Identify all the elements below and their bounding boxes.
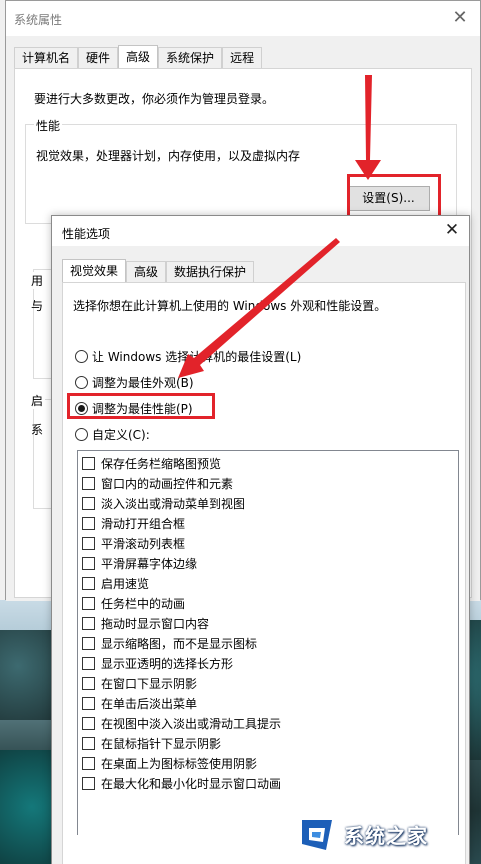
effect-item[interactable]: 显示亚透明的选择长方形 bbox=[82, 654, 233, 672]
checkbox[interactable] bbox=[82, 756, 95, 770]
effect-label: 淡入淡出或滑动菜单到视图 bbox=[101, 496, 246, 511]
checkbox[interactable] bbox=[82, 496, 95, 510]
radio-label: 让 Windows 选择计算机的最佳设置(L) bbox=[92, 350, 302, 364]
radio-button[interactable] bbox=[75, 376, 88, 389]
checkbox[interactable] bbox=[82, 616, 95, 630]
effect-label: 保存任务栏缩略图预览 bbox=[101, 456, 222, 471]
checkbox[interactable] bbox=[82, 696, 95, 710]
checkbox[interactable] bbox=[82, 736, 95, 750]
startup-text: 系 bbox=[31, 423, 44, 437]
tab-remote[interactable]: 远程 bbox=[222, 47, 263, 69]
close-icon[interactable]: ✕ bbox=[435, 216, 469, 246]
tab-visual-effects[interactable]: 视觉效果 bbox=[62, 259, 127, 283]
effect-label: 拖动时显示窗口内容 bbox=[101, 616, 210, 631]
tab-hardware[interactable]: 硬件 bbox=[78, 47, 119, 69]
effect-item[interactable]: 平滑屏幕字体边缘 bbox=[82, 554, 197, 572]
radio-custom[interactable]: 自定义(C): bbox=[75, 426, 150, 443]
effect-label: 滑动打开组合框 bbox=[101, 516, 186, 531]
effect-item[interactable]: 启用速览 bbox=[82, 574, 149, 592]
user-profiles-text: 与 bbox=[31, 299, 44, 313]
effect-label: 平滑滚动列表框 bbox=[101, 536, 186, 551]
effect-label: 显示缩略图，而不是显示图标 bbox=[101, 636, 258, 651]
effect-item[interactable]: 拖动时显示窗口内容 bbox=[82, 614, 209, 632]
watermark: 系统之家 bbox=[290, 806, 481, 864]
effect-item[interactable]: 滑动打开组合框 bbox=[82, 514, 185, 532]
performance-legend: 性能 bbox=[34, 117, 63, 134]
tab-data-execution-prevention[interactable]: 数据执行保护 bbox=[166, 261, 255, 283]
effect-item[interactable]: 平滑滚动列表框 bbox=[82, 534, 185, 552]
effect-label: 在单击后淡出菜单 bbox=[101, 696, 198, 711]
checkbox[interactable] bbox=[82, 676, 95, 690]
tab-computer-name[interactable]: 计算机名 bbox=[14, 47, 79, 69]
effect-item[interactable]: 淡入淡出或滑动菜单到视图 bbox=[82, 494, 245, 512]
checkbox[interactable] bbox=[82, 776, 95, 790]
effect-item[interactable]: 窗口内的动画控件和元素 bbox=[82, 474, 233, 492]
radio-button[interactable] bbox=[75, 350, 88, 363]
watermark-logo-icon bbox=[302, 820, 332, 850]
checkbox[interactable] bbox=[82, 476, 95, 490]
watermark-text: 系统之家 bbox=[344, 824, 428, 848]
tab-advanced[interactable]: 高级 bbox=[126, 261, 167, 283]
performance-options-dialog: 性能选项 ✕ 视觉效果 高级 数据执行保护 选择你想在此计算机上使用的 Wind… bbox=[51, 215, 470, 864]
performance-description: 视觉效果，处理器计划，内存使用，以及虚拟内存 bbox=[36, 149, 301, 163]
startup-legend: 启 bbox=[29, 392, 46, 409]
visual-effects-list[interactable]: 保存任务栏缩略图预览 窗口内的动画控件和元素 淡入淡出或滑动菜单到视图 滑动打开… bbox=[77, 450, 459, 835]
checkbox[interactable] bbox=[82, 716, 95, 730]
close-icon[interactable]: ✕ bbox=[440, 1, 480, 36]
effect-item[interactable]: 显示缩略图，而不是显示图标 bbox=[82, 634, 257, 652]
radio-button[interactable] bbox=[75, 428, 88, 441]
admin-notice: 要进行大多数更改，你必须作为管理员登录。 bbox=[34, 92, 275, 106]
dialog-title-bar[interactable]: 性能选项 ✕ bbox=[52, 216, 469, 246]
best-performance-highlight-box bbox=[67, 393, 215, 419]
settings-highlight-box bbox=[347, 174, 441, 218]
effect-item[interactable]: 在最大化和最小化时显示窗口动画 bbox=[82, 774, 281, 792]
effect-label: 平滑屏幕字体边缘 bbox=[101, 556, 198, 571]
effect-label: 在最大化和最小化时显示窗口动画 bbox=[101, 776, 282, 791]
radio-label: 调整为最佳外观(B) bbox=[92, 376, 194, 390]
effect-label: 窗口内的动画控件和元素 bbox=[101, 476, 234, 491]
effect-label: 在视图中淡入淡出或滑动工具提示 bbox=[101, 716, 282, 731]
checkbox[interactable] bbox=[82, 576, 95, 590]
tab-strip: 计算机名 硬件 高级 系统保护 远程 bbox=[14, 45, 263, 69]
tab-advanced[interactable]: 高级 bbox=[118, 45, 159, 69]
tab-system-protection[interactable]: 系统保护 bbox=[158, 47, 223, 69]
effect-label: 在桌面上为图标标签使用阴影 bbox=[101, 756, 258, 771]
effect-label: 在鼠标指针下显示阴影 bbox=[101, 736, 222, 751]
checkbox[interactable] bbox=[82, 536, 95, 550]
dialog-tab-strip: 视觉效果 高级 数据执行保护 bbox=[62, 259, 255, 283]
title-bar[interactable]: 系统属性 ✕ bbox=[6, 1, 480, 36]
effect-item[interactable]: 保存任务栏缩略图预览 bbox=[82, 454, 221, 472]
radio-let-windows-choose[interactable]: 让 Windows 选择计算机的最佳设置(L) bbox=[75, 348, 301, 365]
dialog-title: 性能选项 bbox=[62, 227, 111, 241]
visual-effects-panel: 选择你想在此计算机上使用的 Windows 外观和性能设置。 让 Windows… bbox=[62, 282, 466, 864]
checkbox[interactable] bbox=[82, 656, 95, 670]
effect-item[interactable]: 在桌面上为图标标签使用阴影 bbox=[82, 754, 257, 772]
radio-label: 自定义(C): bbox=[92, 428, 150, 442]
effect-label: 启用速览 bbox=[101, 576, 150, 591]
effect-item[interactable]: 任务栏中的动画 bbox=[82, 594, 185, 612]
checkbox[interactable] bbox=[82, 456, 95, 470]
effect-item[interactable]: 在窗口下显示阴影 bbox=[82, 674, 197, 692]
startup-group bbox=[33, 399, 53, 509]
checkbox[interactable] bbox=[82, 636, 95, 650]
effect-item[interactable]: 在鼠标指针下显示阴影 bbox=[82, 734, 221, 752]
effect-item[interactable]: 在视图中淡入淡出或滑动工具提示 bbox=[82, 714, 281, 732]
dialog-body: 视觉效果 高级 数据执行保护 选择你想在此计算机上使用的 Windows 外观和… bbox=[52, 246, 469, 864]
checkbox[interactable] bbox=[82, 516, 95, 530]
effect-label: 任务栏中的动画 bbox=[101, 596, 186, 611]
window-title: 系统属性 bbox=[14, 13, 63, 27]
user-profiles-legend: 用 bbox=[29, 272, 46, 289]
radio-best-appearance[interactable]: 调整为最佳外观(B) bbox=[75, 374, 194, 391]
checkbox[interactable] bbox=[82, 556, 95, 570]
effect-label: 在窗口下显示阴影 bbox=[101, 676, 198, 691]
checkbox[interactable] bbox=[82, 596, 95, 610]
effect-label: 显示亚透明的选择长方形 bbox=[101, 656, 234, 671]
visual-effects-instruction: 选择你想在此计算机上使用的 Windows 外观和性能设置。 bbox=[73, 299, 387, 313]
effect-item[interactable]: 在单击后淡出菜单 bbox=[82, 694, 197, 712]
